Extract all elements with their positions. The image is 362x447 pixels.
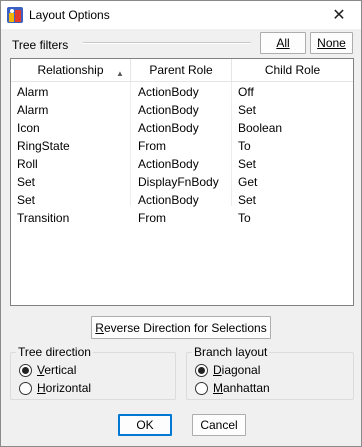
radio-horizontal-label: Horizontal — [37, 381, 91, 395]
cell-child-role: To — [238, 211, 251, 225]
close-button[interactable]: ✕ — [317, 1, 361, 29]
tree-direction-title: Tree direction — [16, 345, 93, 359]
table-row[interactable]: Roll ActionBody Set — [11, 155, 353, 173]
cell-parent-role: ActionBody — [138, 103, 199, 117]
select-all-label: All — [276, 36, 290, 50]
radio-horizontal[interactable]: Horizontal — [19, 380, 91, 396]
cell-child-role: Boolean — [238, 121, 283, 135]
ok-label: OK — [136, 418, 154, 432]
vertical-text: ertical — [44, 363, 77, 377]
cell-parent-role: ActionBody — [138, 121, 199, 135]
column-header-child-role[interactable]: Child Role — [232, 59, 353, 82]
horizontal-text: orizontal — [45, 381, 92, 395]
cell-child-role: Set — [238, 157, 257, 171]
radio-vertical-label: Vertical — [37, 363, 76, 377]
sort-ascending-icon: ▲ — [116, 69, 124, 78]
manhattan-mnemonic: M — [213, 381, 223, 395]
cell-relationship: Set — [17, 175, 36, 189]
window-title: Layout Options — [29, 8, 110, 22]
select-none-button[interactable]: None — [310, 32, 353, 54]
table-row[interactable]: Set DisplayFnBody Get — [11, 173, 353, 191]
column-header-parent-role[interactable]: Parent Role — [131, 59, 232, 82]
layout-options-dialog: Layout Options ✕ Tree filters All None R… — [0, 0, 362, 447]
cell-parent-role: From — [138, 139, 166, 153]
select-none-label: None — [317, 36, 346, 50]
cell-parent-role: ActionBody — [138, 157, 199, 171]
title-bar: Layout Options ✕ — [1, 1, 361, 29]
cell-child-role: Off — [238, 85, 254, 99]
reverse-direction-button[interactable]: Reverse Direction for Selections — [91, 316, 271, 339]
cell-relationship: Icon — [17, 121, 40, 135]
cell-parent-role: From — [138, 211, 166, 225]
horizontal-mnemonic: H — [37, 381, 46, 395]
cell-child-role: Get — [238, 175, 258, 189]
cancel-label: Cancel — [200, 418, 238, 432]
column-relationship-label: Relationship — [37, 63, 104, 77]
diagonal-mnemonic: D — [213, 363, 222, 377]
app-icon — [7, 7, 23, 23]
cell-relationship: Alarm — [17, 85, 49, 99]
close-icon: ✕ — [332, 7, 346, 24]
cell-relationship: Alarm — [17, 103, 49, 117]
cell-relationship: Transition — [17, 211, 70, 225]
diagonal-text: iagonal — [221, 363, 261, 377]
column-child-role-label: Child Role — [264, 63, 321, 77]
table-row[interactable]: Icon ActionBody Boolean — [11, 119, 353, 137]
radio-vertical[interactable]: Vertical — [19, 362, 76, 378]
cell-child-role: Set — [238, 103, 257, 117]
tree-direction-group: Tree direction Vertical Horizontal — [10, 345, 176, 400]
radio-diagonal-label: Diagonal — [213, 363, 260, 377]
cell-relationship: Roll — [17, 157, 38, 171]
tree-filters-label: Tree filters — [12, 38, 69, 52]
cell-relationship: RingState — [17, 139, 70, 153]
cell-parent-role: ActionBody — [138, 193, 199, 207]
reverse-direction-mnemonic: R — [95, 320, 104, 335]
reverse-direction-text: everse Direction for Selections — [103, 320, 267, 335]
relationship-table[interactable]: Relationship ▲ Parent Role Child Role Al… — [10, 58, 354, 306]
radio-unselected-icon[interactable] — [19, 381, 32, 395]
column-header-relationship[interactable]: Relationship ▲ — [11, 59, 131, 82]
select-all-button[interactable]: All — [260, 32, 306, 54]
radio-unselected-icon[interactable] — [195, 381, 208, 395]
cell-child-role: Set — [238, 193, 257, 207]
cell-relationship: Set — [17, 193, 36, 207]
manhattan-text: anhattan — [223, 381, 270, 395]
table-row[interactable]: RingState From To — [11, 137, 353, 155]
cell-parent-role: DisplayFnBody — [138, 175, 219, 189]
radio-selected-icon[interactable] — [195, 363, 208, 377]
table-row[interactable]: Set ActionBody Set — [11, 191, 353, 209]
table-row[interactable]: Alarm ActionBody Set — [11, 101, 353, 119]
radio-manhattan-label: Manhattan — [213, 381, 270, 395]
ok-button[interactable]: OK — [118, 414, 172, 436]
branch-layout-title: Branch layout — [192, 345, 270, 359]
cell-parent-role: ActionBody — [138, 85, 199, 99]
table-header: Relationship ▲ Parent Role Child Role — [11, 59, 353, 82]
branch-layout-group: Branch layout Diagonal Manhattan — [186, 345, 354, 400]
column-parent-role-label: Parent Role — [149, 63, 213, 77]
table-row[interactable]: Alarm ActionBody Off — [11, 83, 353, 101]
cancel-button[interactable]: Cancel — [192, 414, 246, 436]
cell-child-role: To — [238, 139, 251, 153]
radio-diagonal[interactable]: Diagonal — [195, 362, 260, 378]
tree-filters-divider — [83, 42, 251, 44]
table-row[interactable]: Transition From To — [11, 209, 353, 227]
reverse-direction-label: Reverse Direction for Selections — [95, 321, 266, 335]
radio-manhattan[interactable]: Manhattan — [195, 380, 270, 396]
radio-selected-icon[interactable] — [19, 363, 32, 377]
